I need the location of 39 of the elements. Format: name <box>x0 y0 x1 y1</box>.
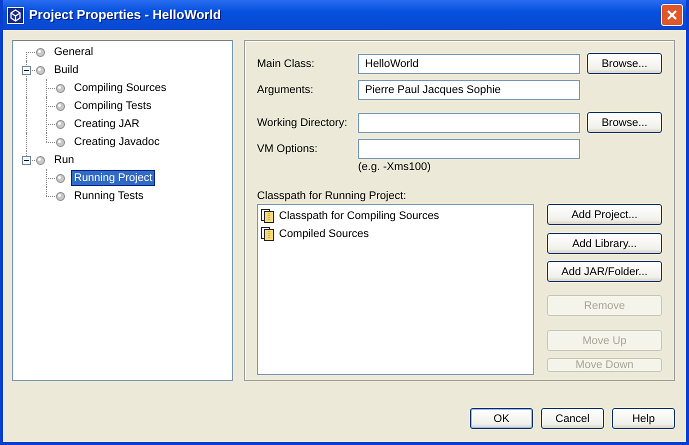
tree-item[interactable]: Creating JAR <box>71 116 142 132</box>
library-icon <box>261 209 274 223</box>
bullet-icon <box>36 156 45 164</box>
field-label: Working Directory: <box>257 116 348 130</box>
tree-item[interactable]: Running Project <box>71 170 156 186</box>
dialog-button[interactable]: OK <box>470 408 533 429</box>
classpath-button[interactable]: Add Library... <box>547 233 662 254</box>
browse-button[interactable]: Browse... <box>587 112 662 133</box>
tree-item[interactable]: General <box>51 44 96 60</box>
classpath-label: Classpath for Running Project: <box>257 189 408 203</box>
classpath-entry[interactable]: Classpath for Compiling Sources <box>279 209 440 223</box>
classpath-button[interactable]: Add JAR/Folder... <box>547 261 662 282</box>
classpath-entry[interactable]: Compiled Sources <box>279 227 369 241</box>
field-label: Main Class: <box>257 56 316 70</box>
close-button[interactable] <box>661 4 683 26</box>
hint-text: (e.g. -Xms100) <box>358 160 432 174</box>
close-icon <box>667 10 677 20</box>
collapse-icon[interactable] <box>22 156 31 165</box>
field-label: VM Options: <box>257 142 319 156</box>
text-field[interactable] <box>358 139 580 159</box>
tree-item[interactable]: Compiling Tests <box>71 98 154 114</box>
tree-item[interactable]: Running Tests <box>71 188 147 204</box>
text-field[interactable]: Pierre Paul Jacques Sophie <box>358 80 580 100</box>
bullet-icon <box>36 66 45 74</box>
text-field[interactable]: HelloWorld <box>358 54 580 74</box>
tree-item[interactable]: Compiling Sources <box>71 80 170 96</box>
window-title: Project Properties - HelloWorld <box>29 8 221 22</box>
classpath-button[interactable]: Add Project... <box>547 204 662 225</box>
text-field[interactable] <box>358 112 580 132</box>
dialog-button[interactable]: Help <box>612 408 675 429</box>
app-icon <box>7 6 24 24</box>
browse-button[interactable]: Browse... <box>587 53 662 74</box>
dialog-button[interactable]: Cancel <box>541 408 604 429</box>
collapse-icon[interactable] <box>22 66 31 75</box>
library-icon <box>261 227 274 241</box>
tree-item[interactable]: Build <box>51 62 82 78</box>
tree-item[interactable]: Creating Javadoc <box>71 134 163 150</box>
field-label: Arguments: <box>257 83 314 97</box>
tree-item[interactable]: Run <box>51 152 78 168</box>
